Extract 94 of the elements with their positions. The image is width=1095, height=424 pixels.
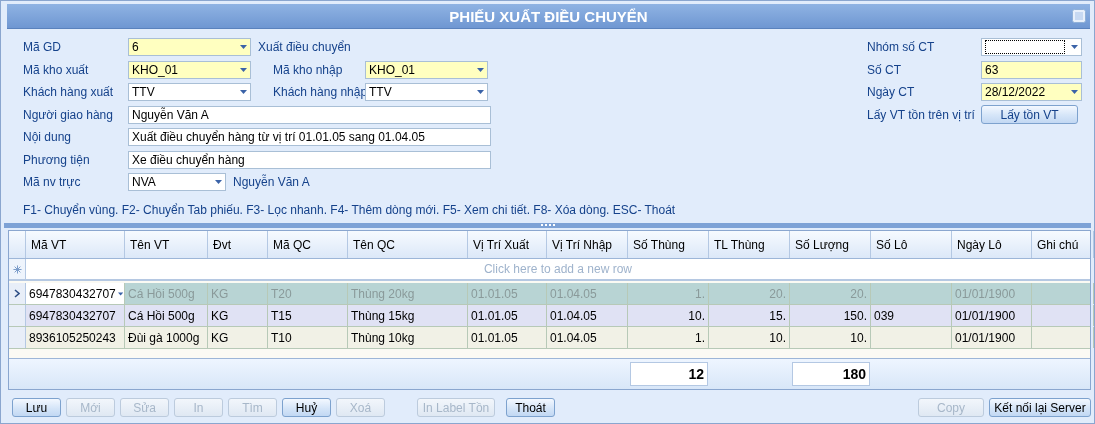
action-button[interactable]: Thoát (506, 398, 555, 417)
field-label: Người giao hàng (23, 107, 114, 122)
table-cell: Thùng 10kg (348, 327, 468, 348)
column-header[interactable]: Ghi chú (1032, 231, 1094, 258)
field-note: Nguyễn Văn A (233, 175, 310, 190)
action-button[interactable]: Kết nối lại Server (989, 398, 1091, 417)
field-label: Mã kho xuất (23, 62, 90, 77)
table-cell: 01.01.05 (468, 327, 547, 348)
field-label: Lấy VT tồn trên vị trí (867, 107, 976, 122)
table-cell: 1. (628, 327, 709, 348)
combo-box[interactable]: KHO_01 (128, 60, 251, 79)
column-header[interactable]: Tên VT (125, 231, 208, 258)
table-cell: 10. (628, 305, 709, 326)
input-field[interactable]: Nguyễn Văn A (128, 105, 491, 124)
stock-button[interactable]: Lấy tồn VT (981, 105, 1078, 125)
input-field[interactable]: Xuất điều chuyển hàng từ vị trí 01.01.05 sang 01.04.05 (128, 128, 491, 147)
column-header[interactable]: Tên QC (348, 231, 468, 258)
current-row-icon (14, 289, 20, 298)
column-header[interactable]: TL Thùng (709, 231, 790, 258)
table-cell: 01/01/1900 (952, 283, 1032, 304)
caret-icon[interactable] (477, 67, 484, 72)
column-header[interactable]: Đvt (208, 231, 268, 258)
table-cell: T20 (268, 283, 348, 304)
table-cell: 8936105250243 (26, 327, 125, 348)
table-cell: 20. (790, 283, 871, 304)
column-header[interactable]: Vị Trí Nhập (547, 231, 628, 258)
column-header[interactable]: Mã VT (26, 231, 125, 258)
caret-icon[interactable] (215, 180, 222, 185)
caret-icon[interactable] (1071, 90, 1078, 95)
combo-box[interactable]: TTV (128, 83, 251, 102)
field-label: Nội dung (23, 130, 73, 145)
table-cell: 20. (709, 283, 790, 304)
input-field[interactable]: 63 (981, 60, 1082, 79)
table-cell: 01.04.05 (547, 327, 628, 348)
table-cell: 01.04.05 (547, 283, 628, 304)
combo-box[interactable]: 28/12/2022 (981, 83, 1082, 102)
column-header[interactable]: Vị Trí Xuất (468, 231, 547, 258)
table-cell: 150. (790, 305, 871, 326)
table-cell: 01.01.05 (468, 305, 547, 326)
field-label: Ngày CT (867, 85, 916, 100)
caret-icon[interactable] (240, 67, 247, 72)
table-cell: 01.01.05 (468, 283, 547, 304)
table-cell: Cá Hồi 500g (125, 283, 208, 304)
total-value: 180 (792, 362, 870, 386)
combo-box[interactable]: 6 (128, 38, 251, 57)
new-row-icon (12, 264, 22, 274)
action-button[interactable]: Lưu (12, 398, 61, 417)
table-cell: T15 (268, 305, 348, 326)
combo-box[interactable]: KHO_01 (365, 60, 488, 79)
column-header[interactable]: Số Thùng (628, 231, 709, 258)
table-cell: KG (208, 327, 268, 348)
field-label: Mã GD (23, 40, 62, 55)
field-label: Nhóm số CT (867, 40, 936, 55)
caret-icon[interactable] (240, 45, 247, 50)
row-header[interactable] (9, 283, 26, 304)
combo-box[interactable]: TTV (365, 83, 488, 102)
column-header[interactable]: Mã QC (268, 231, 348, 258)
caret-icon[interactable] (240, 90, 247, 95)
column-header[interactable]: Số Lô (871, 231, 952, 258)
field-label: Khách hàng xuất (23, 85, 115, 100)
shortcut-hint: F1- Chuyển vùng. F2- Chuyển Tab phiếu. F3- Lọc nhanh. F4- Thêm dòng mới. F5- Xem chi tiết. F8- Xóa dòng. ESC- Thoát (23, 202, 676, 217)
caret-icon[interactable] (117, 291, 123, 296)
table-cell: 01/01/1900 (952, 305, 1032, 326)
caret-icon[interactable] (477, 90, 484, 95)
column-header[interactable]: Ngày Lô (952, 231, 1032, 258)
table-cell: T10 (268, 327, 348, 348)
table-cell: KG (208, 305, 268, 326)
table-cell: 1. (628, 283, 709, 304)
field-note: Xuất điều chuyển (258, 40, 351, 55)
table-cell: Thùng 20kg (348, 283, 468, 304)
field-label: Mã kho nhập (273, 62, 344, 77)
caret-icon[interactable] (1071, 45, 1078, 50)
field-label: Số CT (867, 62, 902, 77)
table-cell: 10. (709, 327, 790, 348)
total-value: 12 (630, 362, 708, 386)
table-cell: 10. (790, 327, 871, 348)
column-header[interactable]: Số Lượng (790, 231, 871, 258)
table-cell: 01.04.05 (547, 305, 628, 326)
table-cell: 039 (871, 305, 952, 326)
combo-box[interactable]: NVA (128, 173, 226, 192)
window-title: PHIẾU XUẤT ĐIỀU CHUYỂN (449, 7, 648, 25)
field-label: Mã nv trực (23, 175, 82, 190)
table-cell: KG (208, 283, 268, 304)
field-label: Phương tiện (23, 152, 91, 167)
table-cell: 15. (709, 305, 790, 326)
table-cell: Cá Hồi 500g (125, 305, 208, 326)
table-cell: 01/01/1900 (952, 327, 1032, 348)
table-cell: Thùng 15kg (348, 305, 468, 326)
input-field[interactable]: Xe điều chuyển hàng (128, 150, 491, 169)
table-cell: 6947830432707 (26, 305, 125, 326)
combo-box[interactable] (981, 38, 1082, 57)
action-button[interactable]: Huỷ (282, 398, 331, 417)
cell-editor[interactable]: 6947830432707 (26, 283, 125, 304)
table-cell: Đùi gà 1000g (125, 327, 208, 348)
